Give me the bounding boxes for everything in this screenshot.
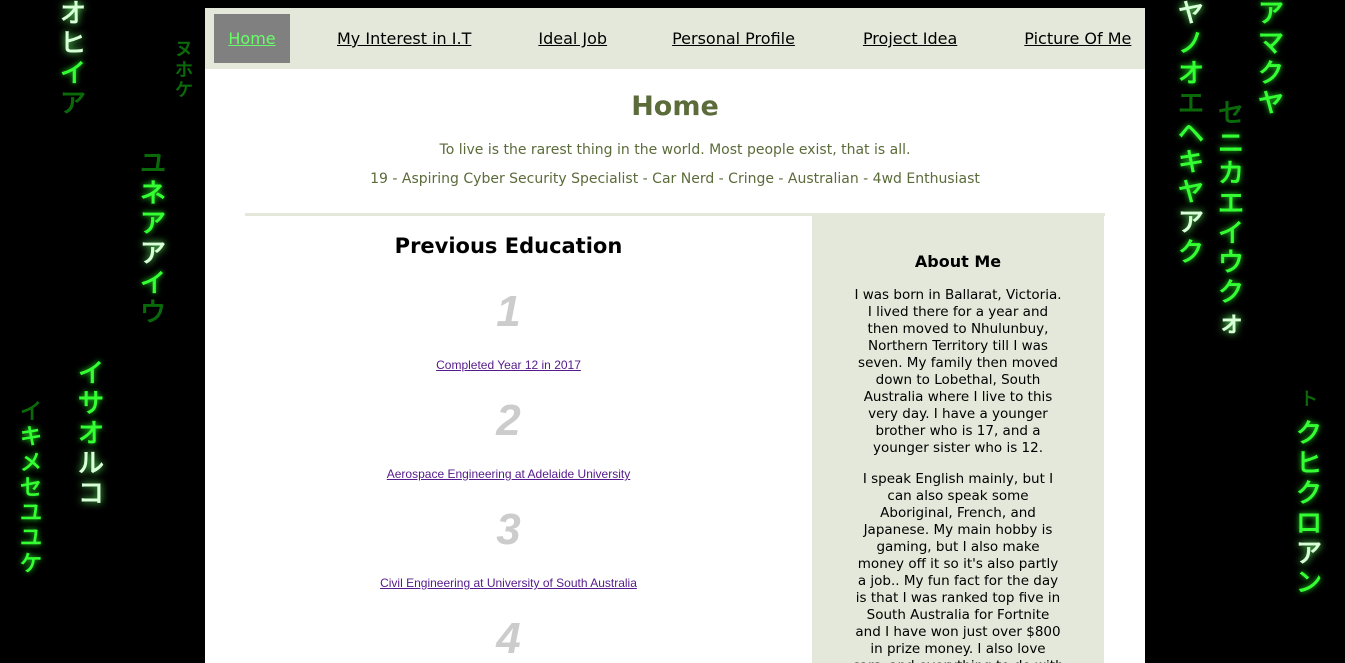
matrix-rain-decoration: セニカエイウクォ xyxy=(1218,99,1245,339)
page-title: Home xyxy=(631,91,719,122)
education-link[interactable]: Aerospace Engineering at Adelaide Univer… xyxy=(245,467,772,481)
nav-item-ideal-job[interactable]: Ideal Job xyxy=(538,29,607,48)
bio-line-text: 19 - Aspiring Cyber Security Specialist … xyxy=(370,171,980,187)
education-title: Previous Education xyxy=(394,234,623,258)
matrix-rain-decoration: アマクヤ xyxy=(1258,0,1285,119)
education-item: 3 Civil Engineering at University of Sou… xyxy=(245,505,772,591)
nav-item-picture-of-me[interactable]: Picture Of Me xyxy=(1024,29,1131,48)
education-item: 2 Aerospace Engineering at Adelaide Univ… xyxy=(245,396,772,482)
matrix-rain-decoration: ヌホケ xyxy=(175,39,193,102)
about-me-paragraph: I speak English mainly, but I can also s… xyxy=(852,471,1063,663)
matrix-rain-decoration: クヒクロアン xyxy=(1296,419,1323,599)
page-container: Home My Interest in I.T Ideal Job Person… xyxy=(205,8,1145,663)
education-link[interactable]: Completed Year 12 in 2017 xyxy=(245,358,772,372)
nav-item-home[interactable]: Home xyxy=(214,14,290,63)
about-me-paragraph: I was born in Ballarat, Victoria. I live… xyxy=(854,287,1062,456)
education-number: 3 xyxy=(496,505,521,554)
matrix-rain-decoration: イキメセユユケ xyxy=(20,400,43,577)
education-number: 2 xyxy=(496,396,521,445)
matrix-rain-decoration: ト xyxy=(1300,389,1318,410)
matrix-rain-decoration: イサオルコ xyxy=(78,359,105,509)
matrix-rain-decoration: ヤノオエヘキヤアク xyxy=(1178,0,1205,269)
education-number: 4 xyxy=(496,614,521,663)
main-navigation: Home My Interest in I.T Ideal Job Person… xyxy=(205,8,1145,69)
education-number: 1 xyxy=(496,287,521,336)
content-area: Previous Education 1 Completed Year 12 i… xyxy=(245,213,1105,663)
matrix-rain-decoration: ユネアアイウ xyxy=(140,149,167,329)
matrix-rain-decoration: オヒイア xyxy=(60,0,87,119)
about-me-title: About Me xyxy=(914,252,1002,271)
education-section: Previous Education 1 Completed Year 12 i… xyxy=(245,216,772,663)
nav-item-my-interest-in-it[interactable]: My Interest in I.T xyxy=(337,29,471,48)
education-item: 1 Completed Year 12 in 2017 xyxy=(245,287,772,373)
education-item: 4 xyxy=(245,617,772,661)
nav-item-personal-profile[interactable]: Personal Profile xyxy=(672,29,795,48)
quote-text: To live is the rarest thing in the world… xyxy=(439,142,911,158)
about-me-sidebar: About Me I was born in Ballarat, Victori… xyxy=(812,216,1104,663)
education-link[interactable]: Civil Engineering at University of South… xyxy=(245,576,772,590)
nav-item-project-idea[interactable]: Project Idea xyxy=(863,29,957,48)
